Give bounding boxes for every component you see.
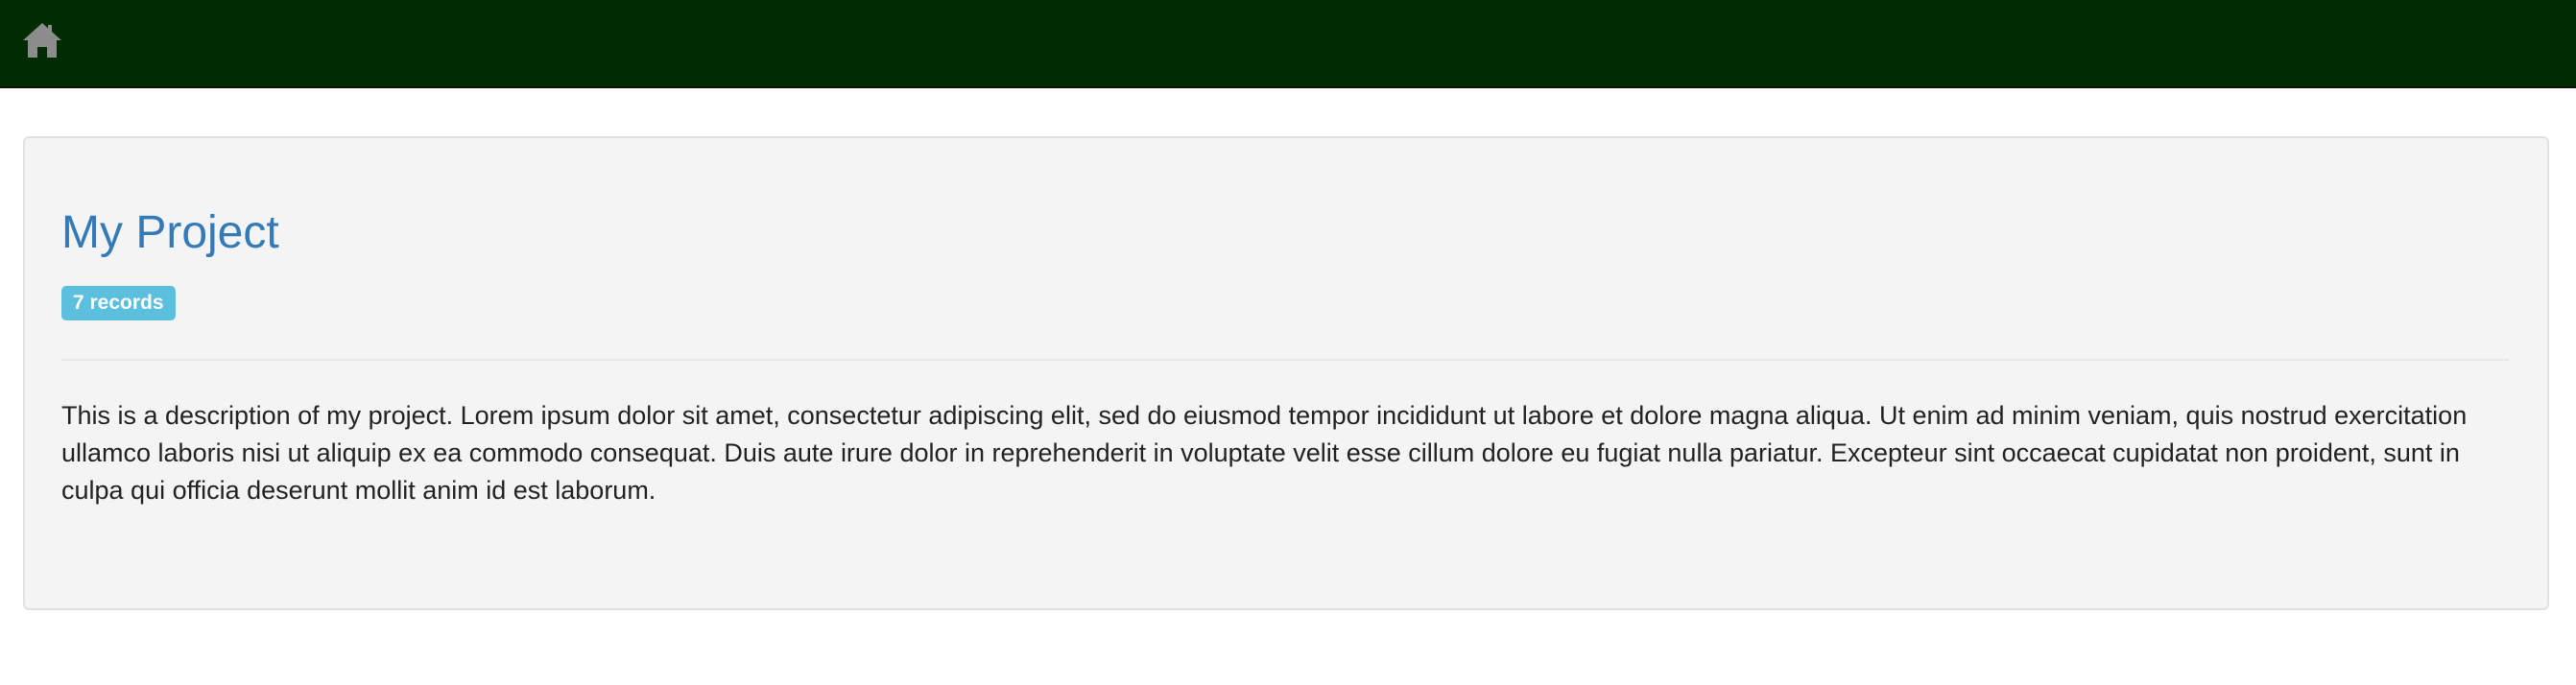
top-navbar (0, 0, 2576, 88)
project-title: My Project (61, 207, 279, 258)
records-badge: 7 records (61, 286, 176, 320)
project-description: This is a description of my project. Lor… (61, 401, 2468, 505)
home-link[interactable] (19, 19, 65, 65)
home-icon (19, 19, 65, 65)
project-panel: My Project 7 records This is a descripti… (23, 136, 2549, 610)
divider (61, 359, 2509, 361)
